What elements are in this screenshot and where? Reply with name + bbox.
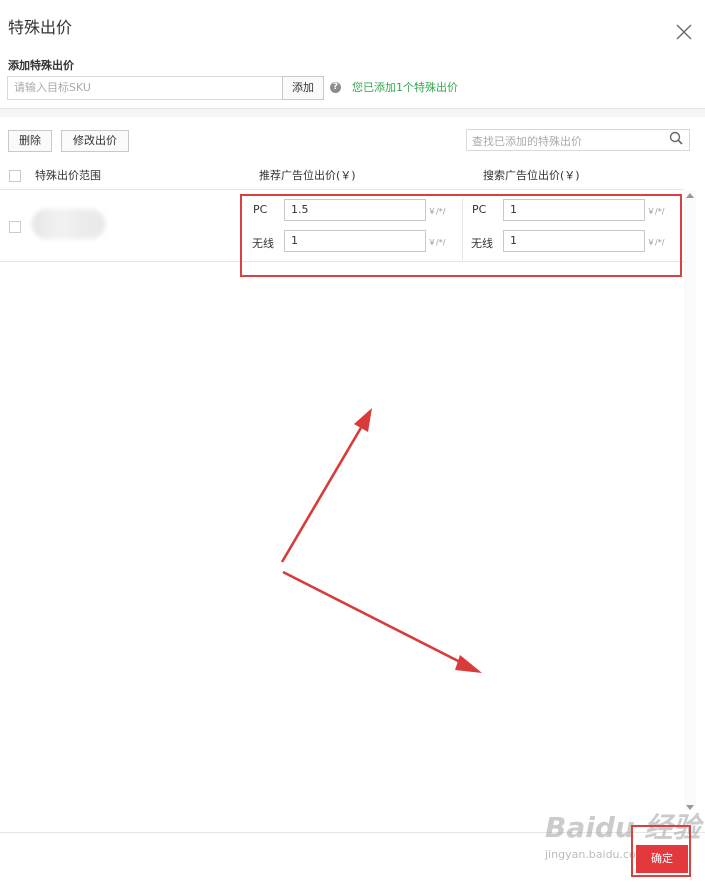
confirm-button[interactable]: 确定: [636, 845, 688, 873]
row-checkbox[interactable]: [9, 221, 21, 233]
header-search-bid: 搜索广告位出价(￥): [483, 169, 580, 182]
sku-input[interactable]: 请输入目标SKU: [7, 76, 283, 100]
scrollbar[interactable]: [684, 190, 696, 810]
dialog-title: 特殊出价: [8, 18, 73, 37]
select-all-checkbox[interactable]: [9, 170, 21, 182]
delete-button[interactable]: 删除: [8, 130, 52, 152]
header-divider: [0, 189, 684, 190]
added-count-message: 您已添加1个特殊出价: [352, 81, 458, 94]
close-icon[interactable]: [676, 24, 692, 40]
header-recommend-bid: 推荐广告位出价(￥): [259, 169, 356, 182]
blurred-sku-thumbnail: [32, 209, 105, 239]
search-icon[interactable]: [669, 131, 683, 145]
add-section-label: 添加特殊出价: [8, 59, 74, 72]
highlight-box: [240, 194, 682, 277]
add-button[interactable]: 添加: [282, 76, 324, 100]
section-separator: [0, 109, 705, 117]
search-placeholder: 查找已添加的特殊出价: [472, 135, 582, 148]
scroll-up-icon[interactable]: [686, 193, 694, 198]
modify-bid-button[interactable]: 修改出价: [61, 130, 129, 152]
help-icon[interactable]: ?: [330, 82, 341, 93]
header-scope: 特殊出价范围: [35, 169, 101, 182]
